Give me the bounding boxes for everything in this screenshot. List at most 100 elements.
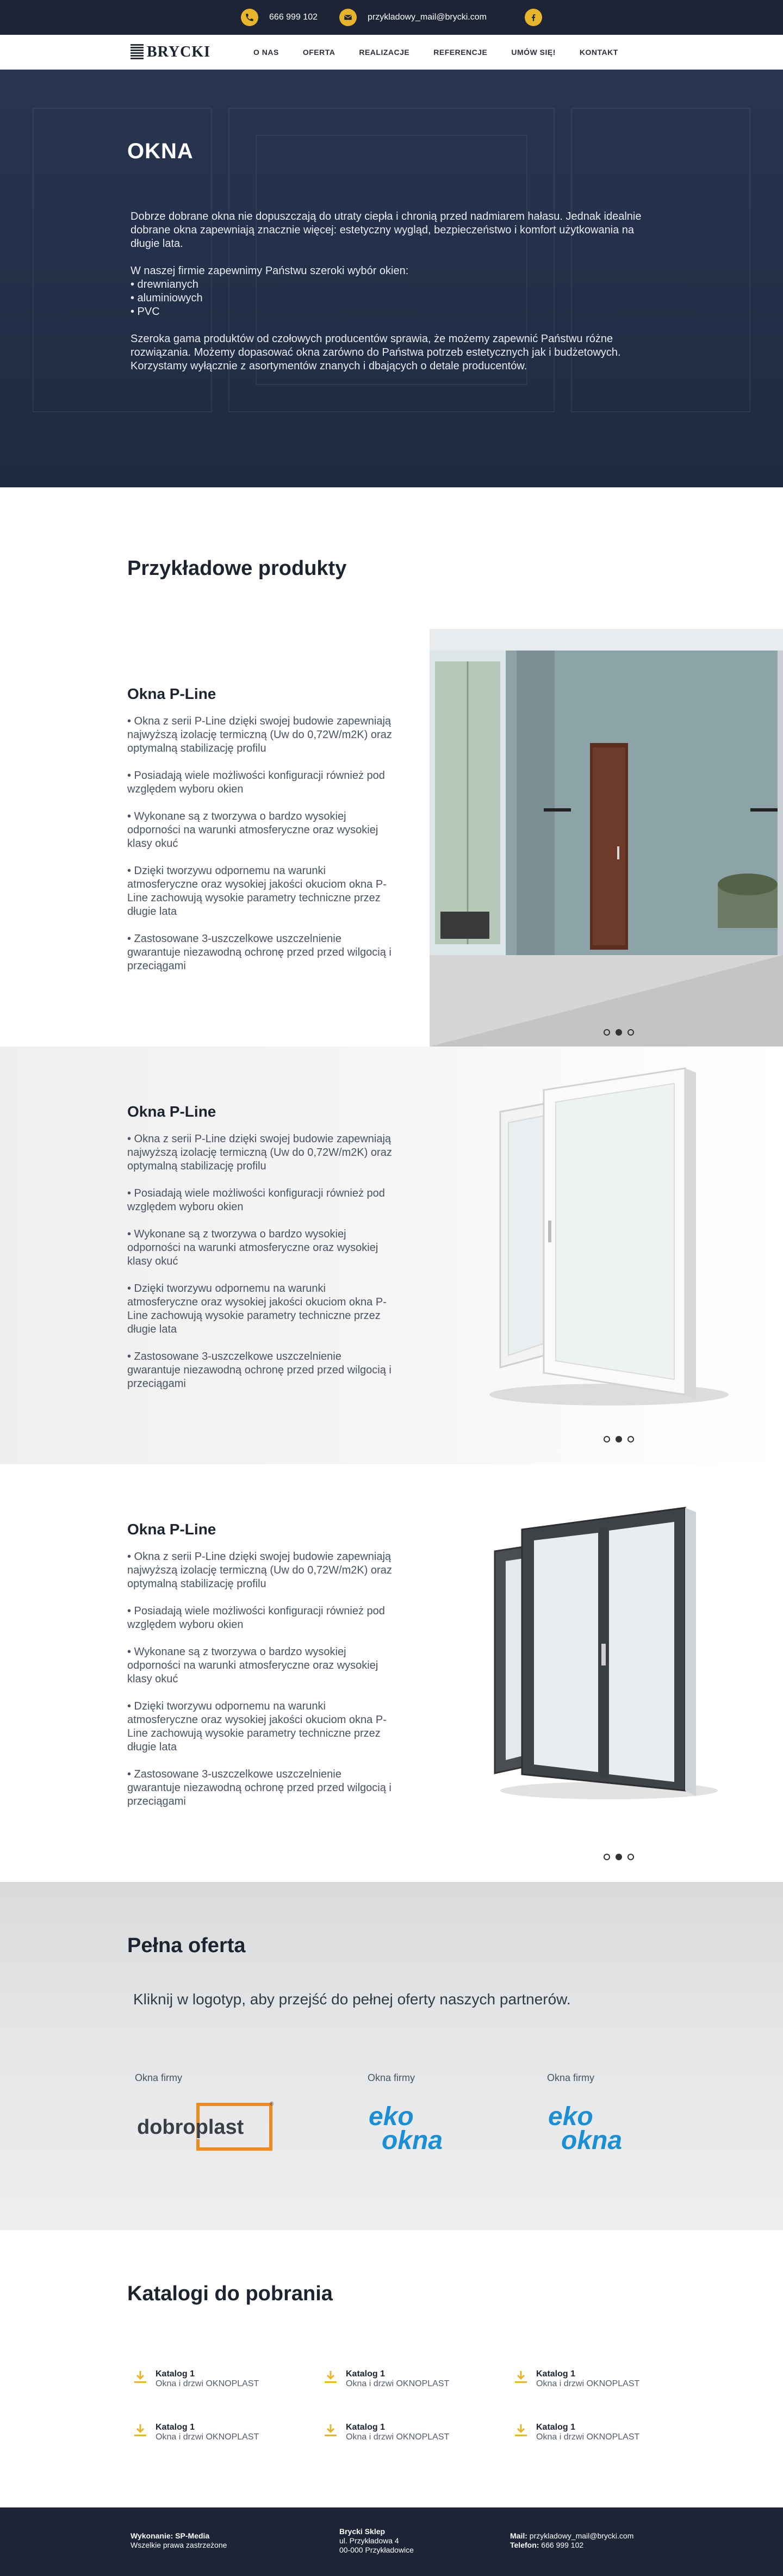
feature-item: • Okna z serii P-Line dzięki swojej budo… bbox=[127, 715, 392, 754]
download-icon bbox=[325, 2424, 337, 2436]
carousel-dot[interactable] bbox=[604, 1436, 610, 1442]
partner-ekookna-1[interactable]: Okna firmy eko okna bbox=[365, 2072, 507, 2157]
download-icon bbox=[325, 2371, 337, 2383]
feature-item: • Zastosowane 3-uszczelkowe uszczelnieni… bbox=[127, 933, 391, 972]
ekookna-logo[interactable]: eko okna bbox=[365, 2097, 507, 2157]
feature-item: • Wykonane są z tworzywa o bardzo wysoki… bbox=[127, 810, 378, 850]
footer-email[interactable]: przykladowy_mail@brycki.com bbox=[530, 2531, 634, 2540]
carousel-dot[interactable] bbox=[604, 1029, 610, 1036]
carousel-dot[interactable] bbox=[627, 1029, 634, 1036]
partner-dobroplast[interactable]: Okna firmy dobroplast ® bbox=[133, 2072, 274, 2157]
product-block-3: Okna P-Line • Okna z serii P-Line dzięki… bbox=[0, 1464, 783, 1882]
email-contact[interactable]: przykladowy_mail@brycki.com bbox=[339, 9, 487, 26]
city: 00-000 Przykładowice bbox=[339, 2546, 414, 2554]
brand-logo[interactable]: BRYCKI bbox=[130, 44, 226, 61]
ekookna-logo[interactable]: eko okna bbox=[545, 2097, 686, 2157]
partner-ekookna-2[interactable]: Okna firmy eko okna bbox=[545, 2072, 686, 2157]
phone-number: 666 999 102 bbox=[269, 13, 318, 22]
catalog-title: Katalog 1 bbox=[156, 2369, 195, 2379]
footer-credits: Wykonanie: SP-Media Wszelkie prawa zastr… bbox=[130, 2531, 227, 2550]
products-title: Przykładowe produkty bbox=[127, 557, 347, 580]
catalog-title: Katalog 1 bbox=[346, 2369, 386, 2379]
carousel-dot[interactable] bbox=[604, 1854, 610, 1860]
hero-list-item-pvc: • PVC bbox=[130, 306, 160, 318]
offer-lead: Kliknij w logotyp, aby przejść do pełnej… bbox=[133, 1991, 571, 2008]
nav-menu: O NAS OFERTA REALIZACJE REFERENCJE UMÓW … bbox=[253, 48, 618, 57]
carousel-dot[interactable] bbox=[627, 1854, 634, 1860]
catalog-item[interactable]: Katalog 1 Okna i drzwi OKNOPLAST bbox=[323, 2369, 486, 2389]
nav-item-kontakt[interactable]: KONTAKT bbox=[580, 48, 618, 57]
catalog-title: Katalog 1 bbox=[346, 2423, 386, 2432]
hero-description: Dobrze dobrane okna nie dopuszczają do u… bbox=[130, 210, 658, 387]
footer-contact: Mail: przykladowy_mail@brycki.com Telefo… bbox=[510, 2531, 633, 2550]
catalog-title: Katalog 1 bbox=[156, 2423, 195, 2432]
catalog-item[interactable]: Katalog 1 Okna i drzwi OKNOPLAST bbox=[323, 2423, 486, 2442]
catalogs-title: Katalogi do pobrania bbox=[127, 2282, 333, 2305]
catalog-item[interactable]: Katalog 1 Okna i drzwi OKNOPLAST bbox=[133, 2369, 296, 2389]
product-image-interior bbox=[430, 629, 783, 1046]
svg-text:okna: okna bbox=[382, 2126, 443, 2155]
nav-item-realizacje[interactable]: REALIZACJE bbox=[359, 48, 409, 57]
carousel-dots bbox=[604, 1436, 634, 1442]
catalog-subtitle: Okna i drzwi OKNOPLAST bbox=[346, 2432, 450, 2442]
carousel-dot-active[interactable] bbox=[616, 1436, 622, 1442]
product-image-white-window bbox=[489, 1067, 729, 1405]
hero-title: OKNA bbox=[127, 139, 194, 163]
nav-item-o-nas[interactable]: O NAS bbox=[253, 48, 279, 57]
hero-list-item-wood: • drewnianych bbox=[130, 278, 198, 290]
catalog-item[interactable]: Katalog 1 Okna i drzwi OKNOPLAST bbox=[513, 2369, 676, 2389]
svg-text:®: ® bbox=[270, 2101, 274, 2107]
carousel-dot[interactable] bbox=[627, 1436, 634, 1442]
product-image-dark-window bbox=[494, 1507, 718, 1799]
feature-item: • Wykonane są z tworzywa o bardzo wysoki… bbox=[127, 1228, 378, 1267]
product-features: • Okna z serii P-Line dzięki swojej budo… bbox=[127, 1550, 394, 1822]
download-icon bbox=[134, 2371, 146, 2383]
catalog-subtitle: Okna i drzwi OKNOPLAST bbox=[156, 2379, 259, 2388]
credit-value[interactable]: SP-Media bbox=[175, 2531, 209, 2540]
footer-phone[interactable]: 666 999 102 bbox=[541, 2541, 583, 2549]
email-address: przykladowy_mail@brycki.com bbox=[368, 13, 487, 22]
feature-item: • Zastosowane 3-uszczelkowe uszczelnieni… bbox=[127, 1351, 391, 1390]
dobroplast-logo[interactable]: dobroplast ® bbox=[133, 2097, 274, 2157]
download-icon bbox=[134, 2424, 146, 2436]
nav-item-oferta[interactable]: OFERTA bbox=[303, 48, 335, 57]
catalog-subtitle: Okna i drzwi OKNOPLAST bbox=[536, 2432, 640, 2442]
rights-text: Wszelkie prawa zastrzeżone bbox=[130, 2541, 227, 2549]
svg-text:dobroplast: dobroplast bbox=[137, 2116, 244, 2139]
carousel-dot-active[interactable] bbox=[616, 1029, 622, 1036]
footer-address: Brycki Sklep ul. Przykładowa 4 00-000 Pr… bbox=[339, 2527, 414, 2555]
carousel-dot-active[interactable] bbox=[616, 1854, 622, 1860]
mail-label: Mail: bbox=[510, 2531, 527, 2540]
catalogs-section: Katalogi do pobrania Katalog 1 Okna i drz… bbox=[0, 2230, 783, 2507]
product-features: • Okna z serii P-Line dzięki swojej budo… bbox=[127, 1132, 394, 1404]
carousel-dots bbox=[604, 1029, 634, 1036]
top-contact-bar: 666 999 102 przykladowy_mail@brycki.com bbox=[0, 0, 783, 35]
feature-item: • Posiadają wiele możliwości konfiguracj… bbox=[127, 1605, 385, 1631]
partner-label: Okna firmy bbox=[135, 2072, 183, 2083]
phone-label: Telefon: bbox=[510, 2541, 539, 2549]
feature-item: • Dzięki tworzywu odpornemu na warunki a… bbox=[127, 865, 387, 918]
phone-contact[interactable]: 666 999 102 bbox=[241, 9, 318, 26]
catalog-subtitle: Okna i drzwi OKNOPLAST bbox=[346, 2379, 450, 2388]
feature-item: • Zastosowane 3-uszczelkowe uszczelnieni… bbox=[127, 1768, 391, 1807]
feature-item: • Okna z serii P-Line dzięki swojej budo… bbox=[127, 1133, 392, 1172]
street: ul. Przykładowa 4 bbox=[339, 2536, 399, 2545]
logo-text: BRYCKI bbox=[147, 43, 211, 60]
facebook-icon[interactable] bbox=[524, 9, 542, 26]
product-block-2: Okna P-Line • Okna z serii P-Line dzięki… bbox=[0, 1046, 783, 1464]
main-navigation: BRYCKI O NAS OFERTA REALIZACJE REFERENCJ… bbox=[0, 35, 783, 70]
product-title: Okna P-Line bbox=[127, 1521, 216, 1538]
catalog-item[interactable]: Katalog 1 Okna i drzwi OKNOPLAST bbox=[133, 2423, 296, 2442]
products-heading-section: Przykładowe produkty bbox=[0, 487, 783, 629]
offer-title: Pełna oferta bbox=[127, 1934, 246, 1957]
nav-item-referencje[interactable]: REFERENCJE bbox=[433, 48, 487, 57]
product-block-1: Okna P-Line • Okna z serii P-Line dzięki… bbox=[0, 629, 783, 1046]
partner-label: Okna firmy bbox=[368, 2072, 415, 2083]
product-features: • Okna z serii P-Line dzięki swojej budo… bbox=[127, 715, 394, 987]
nav-item-umow-sie[interactable]: UMÓW SIĘ! bbox=[511, 48, 556, 57]
product-title: Okna P-Line bbox=[127, 685, 216, 702]
feature-item: • Okna z serii P-Line dzięki swojej budo… bbox=[127, 1551, 392, 1590]
catalog-item[interactable]: Katalog 1 Okna i drzwi OKNOPLAST bbox=[513, 2423, 676, 2442]
catalog-title: Katalog 1 bbox=[536, 2369, 576, 2379]
download-icon bbox=[515, 2424, 527, 2436]
